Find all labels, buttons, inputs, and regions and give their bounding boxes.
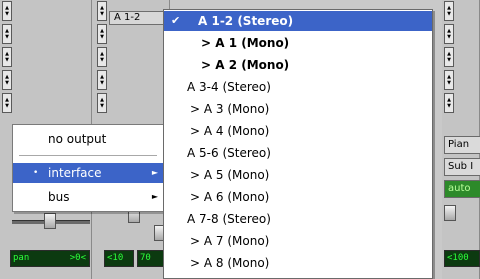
pan-readout-left: <10 — [104, 250, 134, 267]
menu-item-a5-6-stereo[interactable]: A 5-6 (Stereo) — [164, 143, 432, 163]
spin-arrow-button[interactable]: ▲ ▼ — [444, 24, 454, 44]
menu-item-label: A 1-2 (Stereo) — [198, 14, 294, 28]
menu-item-label: A 3-4 (Stereo) — [187, 80, 271, 94]
spin-arrows-column: ▲ ▼ ▲ ▼ ▲ ▼ ▲ ▼ ▲ ▼ — [444, 1, 454, 116]
sub-button-label: Sub I — [448, 161, 474, 172]
spin-arrow-button[interactable]: ▲ ▼ — [2, 1, 12, 21]
checkmark-icon: ✔ — [171, 14, 181, 27]
pan-readout-value: <100 — [447, 253, 469, 263]
track-name-button[interactable]: Pian — [444, 136, 480, 154]
spin-arrow-button[interactable]: ▲ ▼ — [2, 93, 12, 113]
automation-button[interactable]: auto — [444, 180, 480, 198]
submenu-arrow-icon: ► — [151, 168, 158, 177]
menu-item-a1-2-stereo[interactable]: ✔ A 1-2 (Stereo) — [164, 11, 432, 31]
spin-arrow-button[interactable]: ▲ ▼ — [97, 70, 107, 90]
menu-item-a8-mono[interactable]: > A 8 (Mono) — [164, 253, 432, 273]
submenu-arrow-icon: ► — [151, 192, 158, 201]
spin-arrow-button[interactable]: ▲ ▼ — [444, 1, 454, 21]
pan-readout-label: pan — [13, 253, 30, 263]
spin-arrows-column: ▲ ▼ ▲ ▼ ▲ ▼ ▲ ▼ ▲ ▼ — [97, 1, 107, 116]
menu-item-bus[interactable]: bus ► — [13, 187, 163, 207]
menu-item-label: > A 8 (Mono) — [190, 256, 270, 270]
menu-item-label: bus — [48, 190, 70, 204]
spin-arrow-button[interactable]: ▲ ▼ — [444, 70, 454, 90]
spin-arrow-button[interactable]: ▲ ▼ — [2, 70, 12, 90]
menu-item-label: A 7-8 (Stereo) — [187, 212, 271, 226]
automation-button-label: auto — [448, 183, 471, 194]
spin-arrow-button[interactable]: ▲ ▼ — [97, 24, 107, 44]
menu-item-label: > A 4 (Mono) — [190, 124, 270, 138]
selected-bullet-icon: • — [33, 168, 39, 178]
spin-arrow-button[interactable]: ▲ ▼ — [97, 93, 107, 113]
channel-strip-right: ▲ ▼ ▲ ▼ ▲ ▼ ▲ ▼ ▲ ▼ Pian Sub I auto <100 — [442, 0, 480, 279]
menu-item-a4-mono[interactable]: > A 4 (Mono) — [164, 121, 432, 141]
menu-item-a1-mono[interactable]: > A 1 (Mono) — [164, 33, 432, 53]
menu-item-no-output[interactable]: no output — [13, 129, 163, 149]
menu-item-label: > A 6 (Mono) — [190, 190, 270, 204]
pan-readout-left-value: <10 — [107, 253, 124, 263]
fader-knob[interactable] — [444, 205, 456, 221]
menu-item-label: > A 3 (Mono) — [190, 102, 270, 116]
menu-item-label: > A 7 (Mono) — [190, 234, 270, 248]
pan-readout-value: >0< — [69, 253, 86, 263]
spin-arrows-column: ▲ ▼ ▲ ▼ ▲ ▼ ▲ ▼ ▲ ▼ — [2, 1, 12, 116]
spin-arrow-button[interactable]: ▲ ▼ — [444, 93, 454, 113]
output-selector[interactable]: A 1-2 — [109, 11, 169, 25]
menu-item-a5-mono[interactable]: > A 5 (Mono) — [164, 165, 432, 185]
menu-item-a3-mono[interactable]: > A 3 (Mono) — [164, 99, 432, 119]
menu-item-label: > A 1 (Mono) — [201, 36, 290, 50]
output-submenu: no output • interface ► bus ► — [12, 124, 164, 212]
menu-item-label: interface — [48, 166, 102, 180]
menu-item-a7-8-stereo[interactable]: A 7-8 (Stereo) — [164, 209, 432, 229]
menu-item-interface[interactable]: • interface ► — [13, 163, 163, 183]
menu-separator — [19, 155, 157, 156]
pan-readout: <100 — [444, 250, 480, 267]
pan-slider-knob[interactable] — [44, 213, 56, 229]
pan-readout: pan >0< — [10, 250, 90, 267]
output-selector-label: A 1-2 — [114, 12, 141, 23]
spin-arrow-button[interactable]: ▲ ▼ — [2, 24, 12, 44]
menu-item-a7-mono[interactable]: > A 7 (Mono) — [164, 231, 432, 251]
spin-arrow-button[interactable]: ▲ ▼ — [2, 47, 12, 67]
menu-item-a6-mono[interactable]: > A 6 (Mono) — [164, 187, 432, 207]
spin-arrow-button[interactable]: ▲ ▼ — [97, 1, 107, 21]
interface-channel-menu: ✔ A 1-2 (Stereo) > A 1 (Mono) > A 2 (Mon… — [163, 9, 433, 279]
menu-item-label: no output — [48, 132, 107, 146]
sub-button[interactable]: Sub I — [444, 158, 480, 176]
menu-item-a2-mono[interactable]: > A 2 (Mono) — [164, 55, 432, 75]
menu-item-label: > A 5 (Mono) — [190, 168, 270, 182]
menu-item-label: > A 2 (Mono) — [201, 58, 290, 72]
spin-arrow-button[interactable]: ▲ ▼ — [97, 47, 107, 67]
menu-item-a3-4-stereo[interactable]: A 3-4 (Stereo) — [164, 77, 432, 97]
menu-item-label: A 5-6 (Stereo) — [187, 146, 271, 160]
track-name-label: Pian — [448, 139, 470, 150]
spin-arrow-button[interactable]: ▲ ▼ — [444, 47, 454, 67]
pan-readout-right-value: 70 — [140, 253, 151, 263]
